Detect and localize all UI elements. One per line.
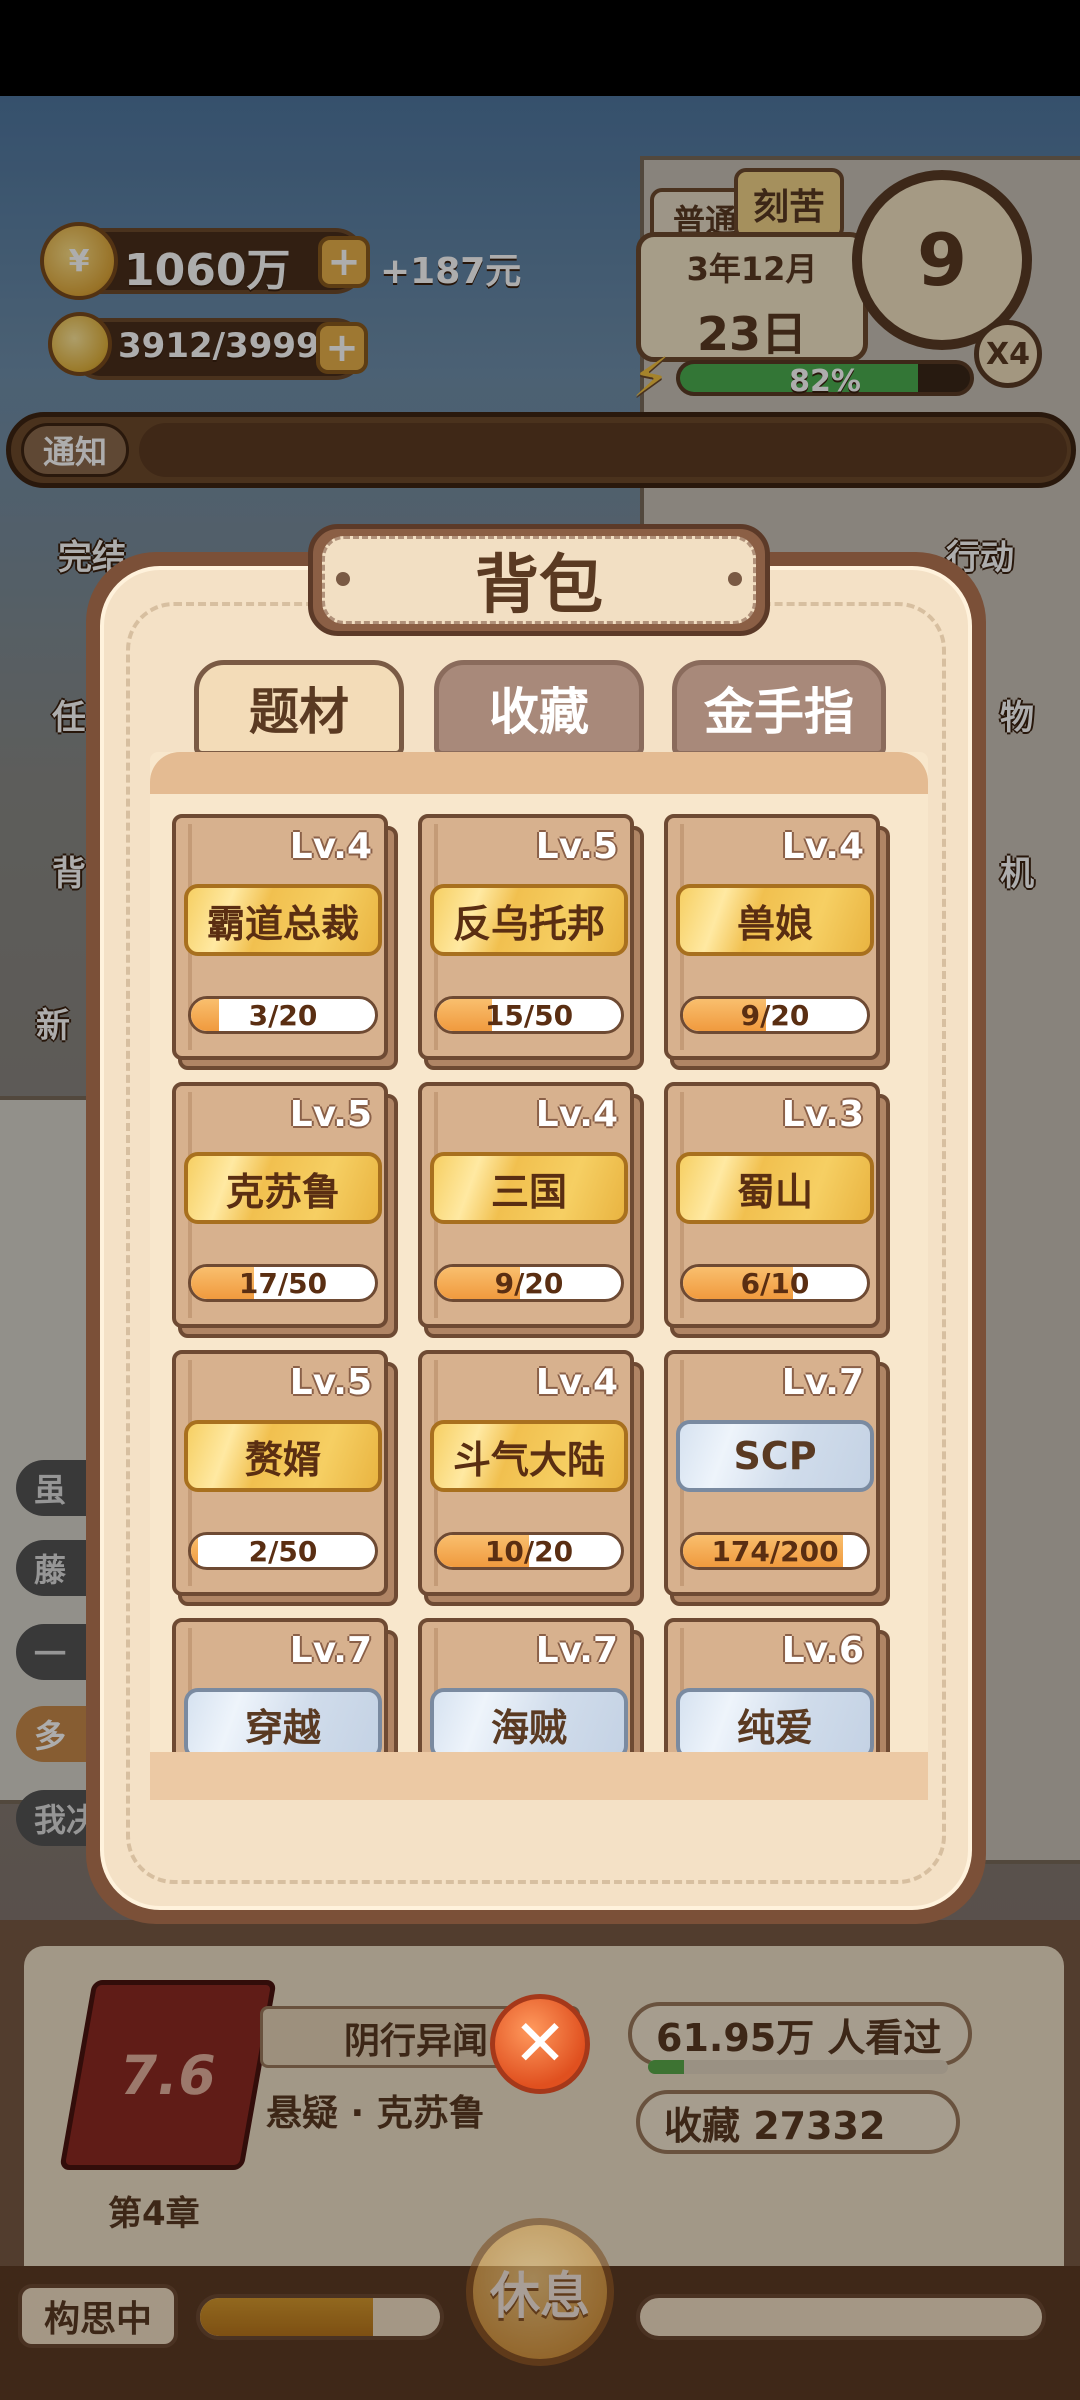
topic-card[interactable]: Lv.7 SCP 174/200 <box>664 1350 890 1606</box>
topic-progress-text: 9/20 <box>494 1266 564 1300</box>
topic-progress-text: 9/20 <box>740 998 810 1032</box>
topic-card[interactable]: Lv.4 霸道总裁 3/20 <box>172 814 398 1070</box>
item-panel-footer <box>150 1752 928 1800</box>
topic-progress-bar: 15/50 <box>434 996 624 1034</box>
topic-name: 斗气大陆 <box>430 1420 628 1492</box>
item-panel-header <box>150 752 928 794</box>
close-icon[interactable]: ✕ <box>490 1994 590 2094</box>
topic-level: Lv.4 <box>535 1362 618 1403</box>
topic-level: Lv.6 <box>781 1630 864 1671</box>
tab-topics[interactable]: 题材 <box>194 660 404 756</box>
rest-button[interactable]: 休息 <box>466 2218 614 2366</box>
topic-progress-text: 6/10 <box>740 1266 810 1300</box>
card-face: Lv.4 斗气大陆 10/20 <box>418 1350 634 1596</box>
topic-progress-bar: 3/20 <box>188 996 378 1034</box>
card-face: Lv.4 兽娘 9/20 <box>664 814 880 1060</box>
rivet-left <box>336 572 350 586</box>
topic-progress-bar: 2/50 <box>188 1532 378 1570</box>
card-face: Lv.7 SCP 174/200 <box>664 1350 880 1596</box>
topic-name: 蜀山 <box>676 1152 874 1224</box>
topic-name: 穿越 <box>184 1688 382 1752</box>
topic-card[interactable]: Lv.4 兽娘 9/20 <box>664 814 890 1070</box>
topic-progress-bar: 17/50 <box>188 1264 378 1302</box>
topic-level: Lv.5 <box>289 1094 372 1135</box>
topic-progress-bar: 9/20 <box>680 996 870 1034</box>
topic-level: Lv.3 <box>781 1094 864 1135</box>
card-face: Lv.7 穿越 <box>172 1618 388 1752</box>
topic-name: SCP <box>676 1420 874 1492</box>
card-face: Lv.4 三国 9/20 <box>418 1082 634 1328</box>
card-face: Lv.7 海贼 <box>418 1618 634 1752</box>
topic-progress-text: 10/20 <box>484 1534 574 1568</box>
topic-level: Lv.4 <box>535 1094 618 1135</box>
topic-name: 克苏鲁 <box>184 1152 382 1224</box>
card-face: Lv.5 赘婿 2/50 <box>172 1350 388 1596</box>
topic-name: 三国 <box>430 1152 628 1224</box>
topic-level: Lv.4 <box>289 826 372 867</box>
rivet-right <box>728 572 742 586</box>
topic-progress-text: 15/50 <box>484 998 574 1032</box>
topic-level: Lv.7 <box>289 1630 372 1671</box>
topic-card[interactable]: Lv.4 三国 9/20 <box>418 1082 644 1338</box>
topic-name: 兽娘 <box>676 884 874 956</box>
topic-level: Lv.5 <box>289 1362 372 1403</box>
topic-progress-bar: 174/200 <box>680 1532 870 1570</box>
card-face: Lv.6 纯爱 <box>664 1618 880 1752</box>
topic-name: 反乌托邦 <box>430 884 628 956</box>
topic-card[interactable]: Lv.5 赘婿 2/50 <box>172 1350 398 1606</box>
topic-progress-text: 2/50 <box>248 1534 318 1568</box>
card-face: Lv.4 霸道总裁 3/20 <box>172 814 388 1060</box>
topic-card[interactable]: Lv.6 纯爱 <box>664 1618 890 1752</box>
card-face: Lv.5 克苏鲁 17/50 <box>172 1082 388 1328</box>
tab-collection[interactable]: 收藏 <box>434 660 644 756</box>
topic-name: 海贼 <box>430 1688 628 1752</box>
topic-name: 霸道总裁 <box>184 884 382 956</box>
card-face: Lv.5 反乌托邦 15/50 <box>418 814 634 1060</box>
status-bar <box>0 0 1080 96</box>
topic-card[interactable]: Lv.7 海贼 <box>418 1618 644 1752</box>
topic-card[interactable]: Lv.5 克苏鲁 17/50 <box>172 1082 398 1338</box>
topic-card[interactable]: Lv.4 斗气大陆 10/20 <box>418 1350 644 1606</box>
topic-progress-text: 3/20 <box>248 998 318 1032</box>
topic-card[interactable]: Lv.7 穿越 <box>172 1618 398 1752</box>
topic-level: Lv.7 <box>535 1630 618 1671</box>
topic-card[interactable]: Lv.3 蜀山 6/10 <box>664 1082 890 1338</box>
topic-level: Lv.7 <box>781 1362 864 1403</box>
topic-name: 纯爱 <box>676 1688 874 1752</box>
topic-progress-bar: 10/20 <box>434 1532 624 1570</box>
tab-golden-finger[interactable]: 金手指 <box>672 660 886 756</box>
topic-progress-bar: 6/10 <box>680 1264 870 1302</box>
topic-name: 赘婿 <box>184 1420 382 1492</box>
topic-level: Lv.5 <box>535 826 618 867</box>
topic-progress-bar: 9/20 <box>434 1264 624 1302</box>
topic-card[interactable]: Lv.5 反乌托邦 15/50 <box>418 814 644 1070</box>
card-face: Lv.3 蜀山 6/10 <box>664 1082 880 1328</box>
topic-level: Lv.4 <box>781 826 864 867</box>
topic-progress-text: 17/50 <box>238 1266 328 1300</box>
item-grid[interactable]: Lv.4 霸道总裁 3/20 Lv.5 反乌托邦 15/50 Lv.4 兽娘 9/20 Lv.5 克… <box>150 794 928 1752</box>
modal-title: 背包 <box>322 536 756 624</box>
topic-progress-text: 174/200 <box>711 1534 839 1568</box>
